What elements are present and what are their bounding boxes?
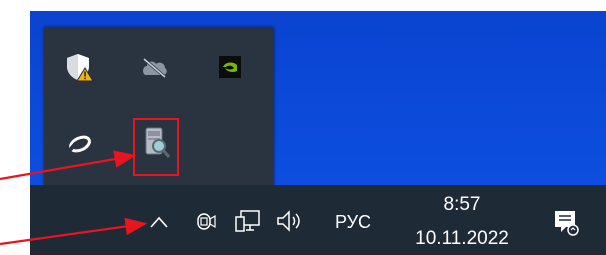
- nvidia-icon[interactable]: [208, 45, 252, 89]
- volume-icon[interactable]: [274, 206, 306, 236]
- chevron-up-icon[interactable]: [145, 208, 173, 236]
- language-label: РУС: [334, 211, 372, 232]
- clock[interactable]: 8:57 10.11.2022: [392, 190, 532, 252]
- windows-security-warning-icon[interactable]: [58, 45, 102, 89]
- meet-now-icon[interactable]: [193, 205, 219, 237]
- sync-ring-icon[interactable]: [58, 122, 102, 166]
- network-icon[interactable]: [233, 206, 263, 236]
- clock-date: 10.11.2022: [415, 228, 509, 249]
- onedrive-offline-icon[interactable]: [132, 45, 176, 89]
- clock-time: 8:57: [443, 194, 481, 215]
- action-center-icon[interactable]: [551, 206, 581, 238]
- language-indicator[interactable]: РУС: [328, 207, 378, 237]
- highlight-box: [133, 118, 179, 176]
